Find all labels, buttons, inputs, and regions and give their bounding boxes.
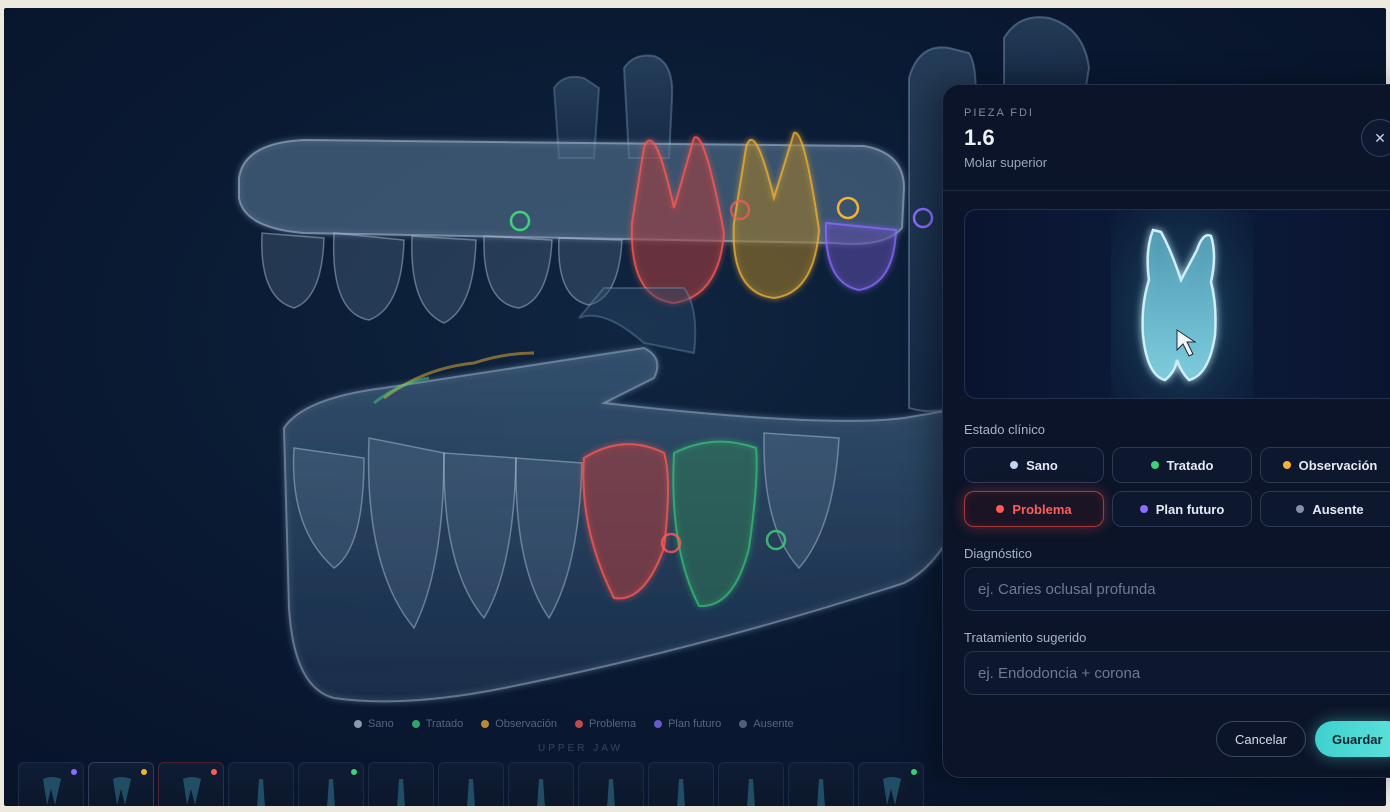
tooth-thumbnail[interactable] [508,762,574,806]
status-dot [996,505,1005,513]
status-dot [1282,461,1291,469]
status-observacion-button[interactable]: Observación [1260,447,1390,483]
tooth-thumbnail[interactable] [578,762,644,806]
tooth-thumbnail[interactable] [368,762,434,806]
legend-item: Problema [574,718,636,730]
status-sano-button[interactable]: Sano [964,447,1104,483]
tooth-thumbnail-strip [18,762,924,806]
tooth-preview[interactable] [964,209,1390,399]
status-ausente-button[interactable]: Ausente [1260,491,1390,527]
diagnostico-input[interactable] [964,567,1390,611]
legend-dot [739,720,748,728]
legend-dot [574,720,583,728]
legend-item: Ausente [739,718,794,730]
cancel-button[interactable]: Cancelar [1216,721,1306,757]
tooth-thumbnail[interactable] [298,762,364,806]
legend-dot [354,720,362,728]
legend-item: Observación [481,718,557,730]
tratamiento-input[interactable] [964,651,1390,695]
tooth-thumbnail[interactable] [858,762,924,806]
status-dot [1296,505,1305,513]
tooth-thumbnail[interactable] [718,762,784,806]
legend-dot [411,720,420,728]
tooth-thumbnail[interactable] [158,762,224,806]
panel-header: PIEZA FDI 1.6 Molar superior ✕ [943,85,1390,191]
legend-item: Sano [354,718,394,730]
molar-icon [1141,228,1217,382]
save-button[interactable]: Guardar [1315,721,1390,757]
tooth-thumbnail[interactable] [788,762,854,806]
legend-dot [654,720,663,728]
tooth-type: Molar superior [964,155,1048,170]
legend-item: Tratado [411,718,463,730]
tooth-thumbnail[interactable] [648,762,714,806]
tooth-thumbnail[interactable] [228,762,294,806]
estado-label: Estado clínico [964,422,1045,437]
status-plan-futuro-button[interactable]: Plan futuro [1112,491,1252,527]
status-problema-button[interactable]: Problema [964,491,1104,527]
legend-dot [481,720,490,728]
tooth-detail-panel: PIEZA FDI 1.6 Molar superior ✕ Estado cl… [942,84,1390,778]
status-tratado-button[interactable]: Tratado [1112,447,1252,483]
tooth-number: 1.6 [964,125,995,150]
status-dot [1010,461,1019,469]
tratamiento-label: Tratamiento sugerido [964,630,1087,645]
tooth-thumbnail[interactable] [438,762,504,806]
legend-item: Plan futuro [654,718,721,730]
status-selector: Sano Tratado Observación Problema Plan f… [964,447,1390,527]
panel-eyebrow: PIEZA FDI [964,107,1034,119]
status-dot [1150,461,1159,469]
jaw-label: UPPER JAW [538,743,623,754]
tooth-thumbnail[interactable] [18,762,84,806]
close-icon: ✕ [1374,129,1386,146]
tooth-thumbnail[interactable] [88,762,154,806]
diagnostico-label: Diagnóstico [964,546,1032,561]
status-dot [1139,505,1148,513]
close-button[interactable]: ✕ [1361,119,1390,157]
status-legend: Sano Tratado Observación Problema Plan f… [354,718,794,730]
